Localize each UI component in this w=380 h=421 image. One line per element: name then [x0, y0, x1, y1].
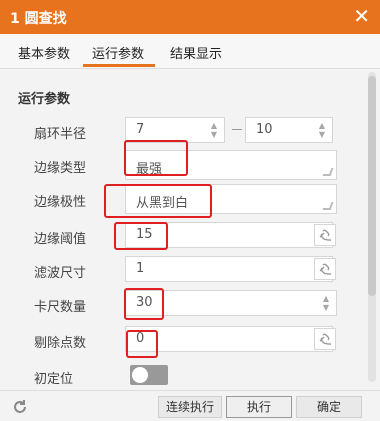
ring-radius-min-input[interactable]: 7 ▲ ▼ — [125, 117, 225, 143]
link-icon[interactable] — [314, 328, 336, 350]
edge-polarity-label: 边缘极性 — [34, 195, 87, 210]
active-tab-indicator — [83, 64, 155, 67]
link-icon[interactable] — [314, 224, 336, 246]
link-icon[interactable] — [314, 258, 336, 280]
ring-radius-max-input[interactable]: 10 ▲ ▼ — [245, 117, 333, 143]
tab-run-params[interactable]: 运行参数 — [92, 43, 144, 62]
spin-arrows-icon[interactable]: ▲▼ — [318, 121, 326, 139]
reset-icon[interactable] — [10, 397, 30, 417]
spin-arrows-icon[interactable]: ▲▼ — [322, 294, 330, 312]
edge-threshold-input[interactable]: 15 ▲▼ — [125, 222, 333, 248]
edge-type-label: 边缘类型 — [34, 161, 87, 176]
scrollbar-thumb[interactable] — [368, 76, 376, 296]
toggle-knob — [132, 367, 148, 383]
section-title: 运行参数 — [18, 92, 71, 107]
title-bar: 1 圆查找 ✕ — [0, 0, 380, 34]
tab-result-display[interactable]: 结果显示 — [170, 43, 222, 62]
tab-bar: 基本参数 运行参数 结果显示 — [0, 34, 380, 69]
remove-points-input[interactable]: 0 ▲▼ — [125, 326, 333, 352]
caliper-count-input[interactable]: 30 ▲ ▼ — [125, 290, 337, 316]
edge-type-select[interactable]: 最强 — [125, 150, 337, 180]
filter-size-label: 滤波尺寸 — [34, 266, 87, 281]
run-button[interactable]: 执行 — [226, 396, 292, 418]
remove-points-label: 剔除点数 — [34, 336, 87, 351]
confirm-button[interactable]: 确定 — [296, 396, 362, 418]
window-title: 1 圆查找 — [10, 11, 67, 27]
filter-size-input[interactable]: 1 ▲▼ — [125, 256, 333, 282]
close-icon[interactable]: ✕ — [353, 4, 370, 28]
ring-radius-label: 扇环半径 — [34, 127, 87, 142]
initial-position-label: 初定位 — [34, 372, 74, 387]
run-continuous-button[interactable]: 连续执行 — [158, 396, 222, 418]
edge-polarity-select[interactable]: 从黑到白 — [125, 184, 337, 214]
caliper-count-label: 卡尺数量 — [34, 300, 87, 315]
initial-position-toggle[interactable] — [130, 365, 168, 385]
range-separator — [232, 129, 242, 130]
resize-grip-icon — [322, 168, 334, 176]
tab-basic-params[interactable]: 基本参数 — [18, 43, 70, 62]
resize-grip-icon — [322, 202, 334, 210]
edge-threshold-label: 边缘阈值 — [34, 232, 87, 247]
spin-arrows-icon[interactable]: ▲▼ — [210, 121, 218, 139]
